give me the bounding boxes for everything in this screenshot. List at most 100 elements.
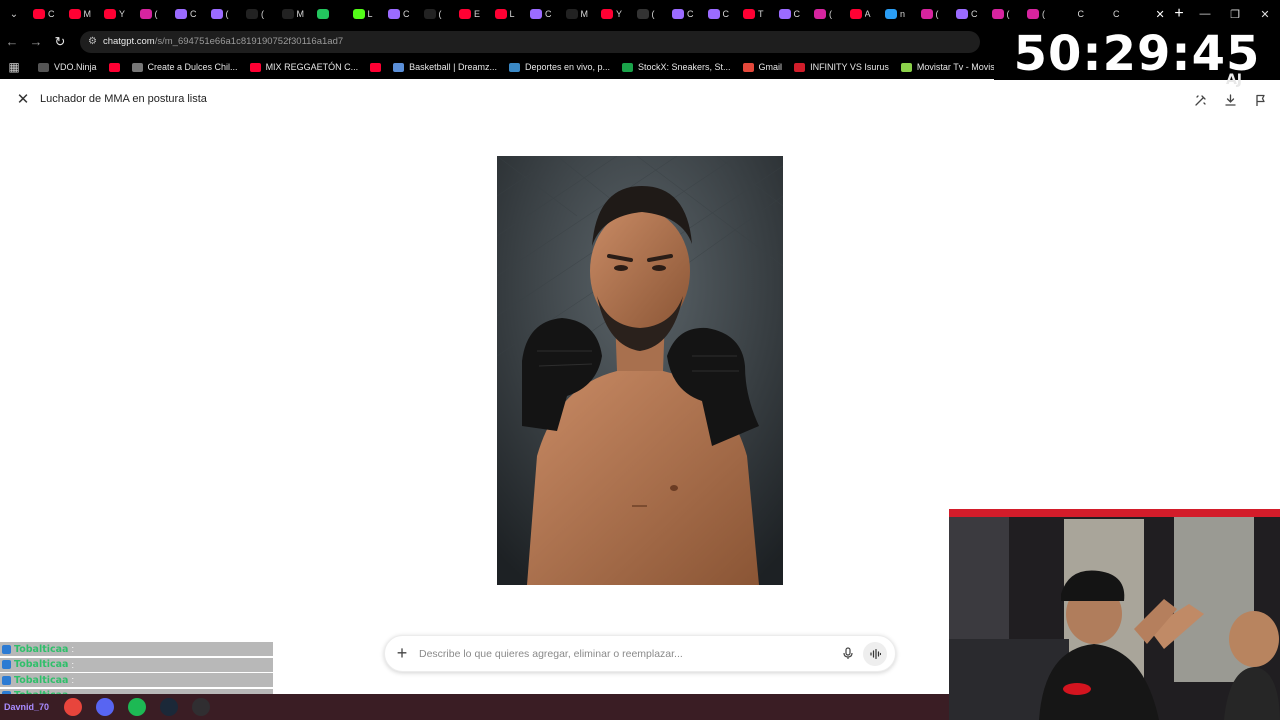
browser-tab[interactable]: ( [916,0,952,28]
browser-tab[interactable]: T [738,0,774,28]
browser-tab[interactable]: C [703,0,739,28]
image-edit-prompt-bar: + [384,635,896,672]
browser-tab[interactable]: M [561,0,597,28]
voice-mode-icon[interactable] [863,641,887,666]
browser-tab[interactable]: C [170,0,206,28]
prompt-input[interactable] [419,647,835,660]
browser-tab[interactable]: M [64,0,100,28]
bookmark-item[interactable]: VDO.Ninja [38,62,97,72]
browser-tab[interactable]: C [1093,0,1129,28]
apps-grid-icon[interactable]: ▦ [6,59,22,75]
webcam-feed [949,509,1280,720]
discord-icon[interactable] [96,698,115,716]
browser-tab[interactable]: C✕ [1129,0,1165,28]
forward-arrow-icon[interactable]: → [24,28,48,55]
tab-title: ( [651,9,655,19]
url-field[interactable]: ⚙ chatgpt.com/s/m_694751e66a1c819190752f… [80,30,980,53]
bookmark-item[interactable]: StockX: Sneakers, St... [622,62,731,72]
youtube-icon [108,62,120,72]
tab-list: C M Y (C ((M L C (E L C M Y (C C T C (An (C ((C C C✕ [28,0,1164,28]
close-icon[interactable]: ✕ [14,90,32,108]
spotify-icon[interactable] [128,698,147,716]
chatgpt-feather-icon [778,9,791,19]
browser-tab[interactable]: C [383,0,419,28]
browser-tab[interactable]: C [667,0,703,28]
browser-tab[interactable]: E [454,0,490,28]
youtube-icon [494,9,507,19]
url-host: chatgpt.com [102,36,155,47]
microphone-icon[interactable] [835,641,861,667]
chat-text: : [71,644,74,654]
browser-tab[interactable]: A [845,0,881,28]
bookmark-item[interactable]: Deportes en vivo, p... [508,62,610,72]
bookmark-item[interactable]: Create a Dulces Chil... [131,62,238,72]
tab-title: ( [935,9,939,19]
tab-title: Y [119,9,126,19]
blank-icon [1062,9,1075,19]
download-icon[interactable] [1220,90,1240,110]
reload-icon[interactable]: ↻ [48,28,72,55]
browser-tab[interactable]: ( [987,0,1023,28]
browser-tab[interactable]: ( [419,0,455,28]
browser-tab[interactable] [312,0,348,28]
blank-icon [1133,9,1146,19]
tiktok-icon [246,9,258,19]
close-tab-icon[interactable]: ✕ [1156,8,1165,21]
back-arrow-icon[interactable]: ← [0,28,24,55]
browser-tab[interactable]: L [348,0,384,28]
browser-tab[interactable]: ( [809,0,845,28]
generated-image[interactable] [497,156,783,585]
chat-message: Tobalticaa: [0,673,273,687]
chrome-icon[interactable] [64,698,83,716]
close-window-icon[interactable]: ✕ [1250,0,1280,28]
instagram-icon [139,9,152,19]
browser-tab[interactable]: ( [135,0,171,28]
browser-tab[interactable]: M [277,0,313,28]
tab-title: C [793,9,801,19]
browser-tab[interactable]: ( [206,0,242,28]
bookmark-item[interactable]: MIX REGGAETÓN C... [249,62,359,72]
browser-tab[interactable]: C [1058,0,1094,28]
browser-tab[interactable]: C [951,0,987,28]
tab-title: ( [1006,9,1010,19]
bookmark-label: Basketball | Dreamz... [409,62,497,72]
minimize-icon[interactable]: — [1190,0,1220,28]
infinity-icon [794,62,806,72]
youtube-icon [68,9,81,19]
window-controls: — ❐ ✕ [1190,0,1280,28]
youtube-icon [249,62,261,72]
youtube-icon [601,9,613,19]
bookmark-item[interactable]: Basketball | Dreamz... [393,62,497,72]
tab-title: C [403,9,410,19]
taskbar: Davnid_70 [0,694,950,720]
browser-tab[interactable]: Y [596,0,632,28]
restore-icon[interactable]: ❐ [1220,0,1250,28]
flag-report-icon[interactable] [1250,90,1270,110]
steam-icon[interactable] [160,698,179,716]
browser-tab[interactable]: n [880,0,916,28]
edit-image-icon[interactable] [1190,90,1210,110]
browser-tab[interactable]: C [525,0,561,28]
bookmark-item[interactable]: Gmail [742,62,782,72]
browser-tab[interactable]: C [774,0,810,28]
browser-tab[interactable]: ( [241,0,277,28]
youtube-icon [33,9,45,19]
bookmark-item[interactable]: INFINITY VS Isurus [794,62,889,72]
tab-search-chevron-icon[interactable]: ⌄ [0,0,28,28]
add-attachment-icon[interactable]: + [385,635,419,672]
bookmark-label: MIX REGGAETÓN C... [265,62,359,72]
bookmark-label: Movistar Tv - Movis... [916,62,1003,72]
bookmark-item[interactable]: Movistar Tv - Movis... [900,62,1003,72]
site-info-icon[interactable]: ⚙ [88,36,97,47]
browser-tab[interactable]: L [490,0,526,28]
obs-icon[interactable] [192,698,211,716]
instagram-icon [920,9,933,19]
gmail-icon [742,62,754,72]
bookmark-item[interactable] [370,62,382,72]
tab-title: M [83,9,92,19]
browser-tab[interactable]: ( [632,0,668,28]
bookmark-item[interactable] [108,62,120,72]
browser-tab[interactable]: C [28,0,64,28]
browser-tab[interactable]: ( [1022,0,1058,28]
browser-tab[interactable]: Y [99,0,135,28]
